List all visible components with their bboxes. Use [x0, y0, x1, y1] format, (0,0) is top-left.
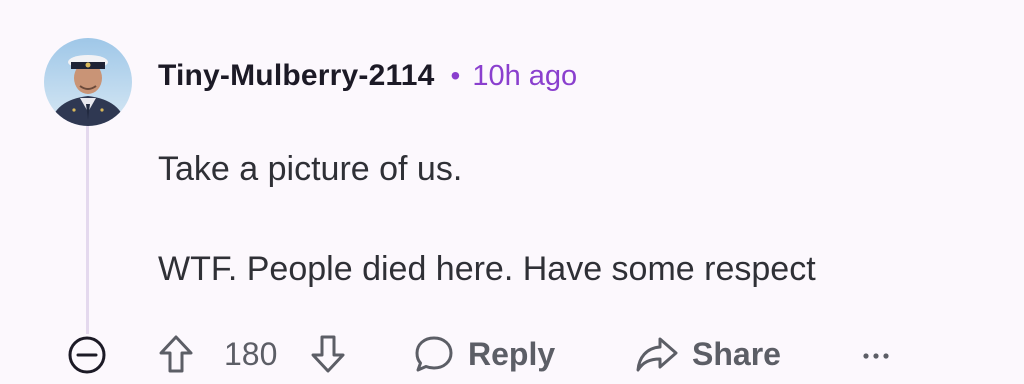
- comment-line-2: WTF. People died here. Have some respect: [158, 250, 816, 288]
- ellipsis-icon: [856, 334, 896, 374]
- upvote-arrow-icon[interactable]: [156, 330, 196, 378]
- comment-actions: 180 Reply Share: [0, 326, 1024, 382]
- collapse-minus-icon[interactable]: [66, 334, 108, 376]
- share-label: Share: [692, 335, 781, 372]
- share-arrow-icon: [634, 332, 680, 376]
- comment-line-1: Take a picture of us.: [158, 150, 463, 188]
- avatar[interactable]: [44, 38, 132, 126]
- reply-label: Reply: [468, 335, 556, 372]
- vote-score: 180: [224, 330, 277, 378]
- separator-dot: •: [450, 60, 461, 91]
- username-link[interactable]: Tiny-Mulberry-2114: [158, 59, 435, 93]
- reply-button[interactable]: Reply: [412, 330, 555, 378]
- speech-bubble-icon: [412, 332, 456, 376]
- comment-header: Tiny-Mulberry-2114 • 10h ago: [158, 56, 577, 96]
- downvote-arrow-icon[interactable]: [308, 330, 348, 378]
- more-options-button[interactable]: [856, 330, 896, 378]
- thread-line: [86, 124, 89, 334]
- vote-score-label: 180: [224, 335, 278, 372]
- share-button[interactable]: Share: [634, 330, 781, 378]
- timestamp[interactable]: 10h ago: [472, 60, 577, 93]
